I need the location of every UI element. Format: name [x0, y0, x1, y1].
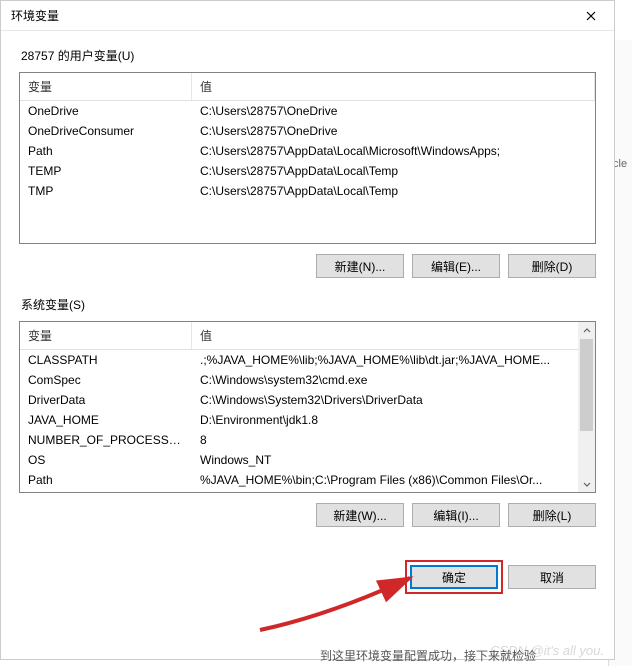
- cell-val: 8: [192, 430, 595, 450]
- chevron-down-icon: [583, 480, 591, 488]
- scroll-up-button[interactable]: [578, 322, 595, 339]
- col-var-header[interactable]: 变量: [20, 73, 192, 100]
- system-buttons-row: 新建(W)... 编辑(I)... 删除(L): [19, 503, 596, 527]
- table-row[interactable]: Path%JAVA_HOME%\bin;C:\Program Files (x8…: [20, 470, 595, 490]
- user-buttons-row: 新建(N)... 编辑(E)... 删除(D): [19, 254, 596, 278]
- table-header: 变量 值: [20, 322, 595, 350]
- cell-val: C:\Windows\System32\Drivers\DriverData: [192, 390, 595, 410]
- cell-var: TMP: [20, 181, 192, 201]
- cell-val: C:\Users\28757\OneDrive: [192, 121, 595, 141]
- cell-var: Path: [20, 470, 192, 490]
- outer-fragment: cle: [613, 158, 627, 170]
- cell-val: C:\Windows\system32\cmd.exe: [192, 370, 595, 390]
- user-new-button[interactable]: 新建(N)...: [316, 254, 404, 278]
- env-vars-dialog: 环境变量 28757 的用户变量(U) 变量 值 OneDriveC:\User…: [0, 0, 615, 660]
- cell-val: C:\Users\28757\AppData\Local\Temp: [192, 161, 595, 181]
- titlebar: 环境变量: [1, 1, 614, 31]
- user-edit-button[interactable]: 编辑(E)...: [412, 254, 500, 278]
- scroll-thumb[interactable]: [580, 339, 593, 431]
- col-val-header[interactable]: 值: [192, 322, 595, 349]
- col-val-header[interactable]: 值: [192, 73, 595, 100]
- dialog-buttons: 确定 取消: [1, 557, 614, 603]
- table-row[interactable]: NUMBER_OF_PROCESSORS8: [20, 430, 595, 450]
- table-row[interactable]: ComSpecC:\Windows\system32\cmd.exe: [20, 370, 595, 390]
- cell-val: C:\Users\28757\AppData\Local\Microsoft\W…: [192, 141, 595, 161]
- cell-var: ComSpec: [20, 370, 192, 390]
- user-vars-body: OneDriveC:\Users\28757\OneDrive OneDrive…: [20, 101, 595, 245]
- table-row[interactable]: TMPC:\Users\28757\AppData\Local\Temp: [20, 181, 595, 201]
- ok-button[interactable]: 确定: [410, 565, 498, 589]
- cell-val: D:\Environment\jdk1.8: [192, 410, 595, 430]
- table-row[interactable]: OneDriveC:\Users\28757\OneDrive: [20, 101, 595, 121]
- cell-val: %JAVA_HOME%\bin;C:\Program Files (x86)\C…: [192, 470, 595, 490]
- user-delete-button[interactable]: 删除(D): [508, 254, 596, 278]
- cell-val: C:\Users\28757\AppData\Local\Temp: [192, 181, 595, 201]
- cell-var: JAVA_HOME: [20, 410, 192, 430]
- cell-var: OneDriveConsumer: [20, 121, 192, 141]
- scroll-track[interactable]: [578, 339, 595, 475]
- system-vars-body: CLASSPATH.;%JAVA_HOME%\lib;%JAVA_HOME%\l…: [20, 350, 595, 494]
- table-row[interactable]: OSWindows_NT: [20, 450, 595, 470]
- cell-var: CLASSPATH: [20, 350, 192, 370]
- scrollbar[interactable]: [578, 322, 595, 492]
- system-vars-table[interactable]: 变量 值 CLASSPATH.;%JAVA_HOME%\lib;%JAVA_HO…: [19, 321, 596, 493]
- cell-var: OneDrive: [20, 101, 192, 121]
- system-edit-button[interactable]: 编辑(I)...: [412, 503, 500, 527]
- table-header: 变量 值: [20, 73, 595, 101]
- user-vars-table[interactable]: 变量 值 OneDriveC:\Users\28757\OneDrive One…: [19, 72, 596, 244]
- close-icon: [586, 11, 596, 21]
- table-row[interactable]: PathC:\Users\28757\AppData\Local\Microso…: [20, 141, 595, 161]
- system-vars-label: 系统变量(S): [21, 296, 596, 313]
- table-row[interactable]: TEMPC:\Users\28757\AppData\Local\Temp: [20, 161, 595, 181]
- system-delete-button[interactable]: 删除(L): [508, 503, 596, 527]
- cell-val: .;%JAVA_HOME%\lib;%JAVA_HOME%\lib\dt.jar…: [192, 350, 595, 370]
- cell-var: NUMBER_OF_PROCESSORS: [20, 430, 192, 450]
- cell-val: Windows_NT: [192, 450, 595, 470]
- scroll-down-button[interactable]: [578, 475, 595, 492]
- system-new-button[interactable]: 新建(W)...: [316, 503, 404, 527]
- table-row[interactable]: JAVA_HOMED:\Environment\jdk1.8: [20, 410, 595, 430]
- cell-val: C:\Users\28757\OneDrive: [192, 101, 595, 121]
- cell-var: TEMP: [20, 161, 192, 181]
- user-vars-label: 28757 的用户变量(U): [21, 47, 596, 64]
- footer-text: 到这里环境变量配置成功，接下来就检验: [320, 647, 536, 664]
- close-button[interactable]: [570, 2, 612, 30]
- system-vars-group: 系统变量(S) 变量 值 CLASSPATH.;%JAVA_HOME%\lib;…: [19, 296, 596, 527]
- table-row[interactable]: CLASSPATH.;%JAVA_HOME%\lib;%JAVA_HOME%\l…: [20, 350, 595, 370]
- cancel-button[interactable]: 取消: [508, 565, 596, 589]
- col-var-header[interactable]: 变量: [20, 322, 192, 349]
- dialog-title: 环境变量: [11, 7, 570, 24]
- table-row[interactable]: OneDriveConsumerC:\Users\28757\OneDrive: [20, 121, 595, 141]
- chevron-up-icon: [583, 327, 591, 335]
- cell-var: OS: [20, 450, 192, 470]
- cell-var: DriverData: [20, 390, 192, 410]
- table-row[interactable]: DriverDataC:\Windows\System32\Drivers\Dr…: [20, 390, 595, 410]
- cell-var: Path: [20, 141, 192, 161]
- user-vars-group: 28757 的用户变量(U) 变量 值 OneDriveC:\Users\287…: [19, 47, 596, 278]
